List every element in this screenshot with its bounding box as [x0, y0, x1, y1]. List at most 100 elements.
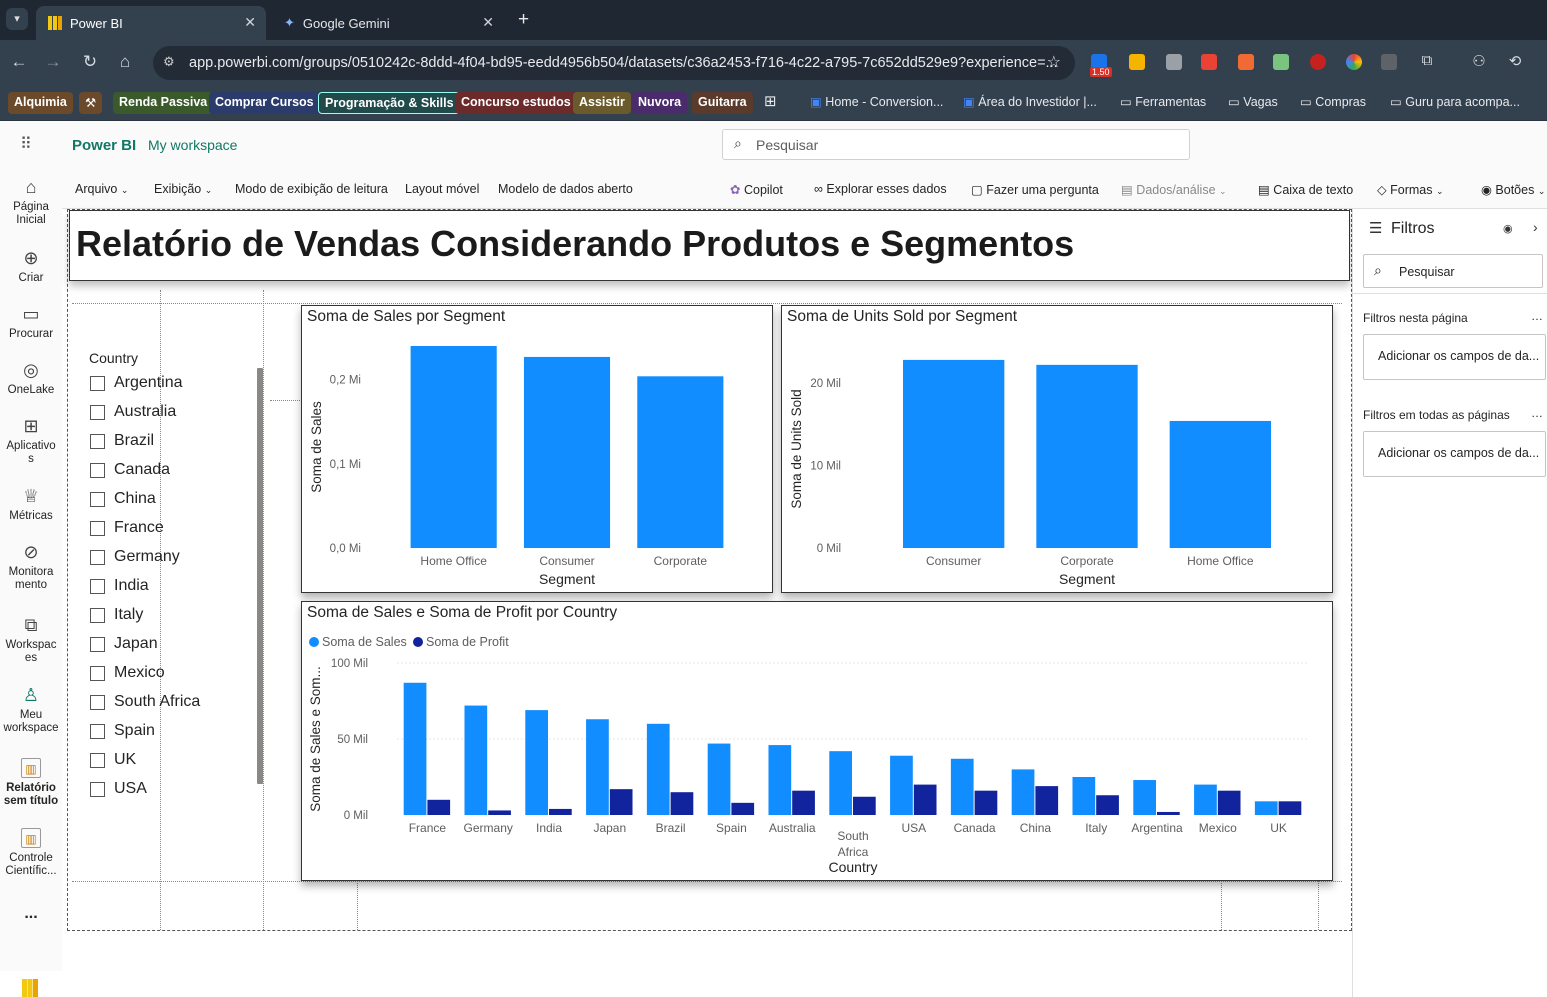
checkbox[interactable]: [90, 752, 105, 768]
slicer-item[interactable]: Italy: [90, 604, 143, 626]
new-tab-icon[interactable]: +: [518, 9, 529, 31]
shapes-button[interactable]: ◇ Formas ⌄: [1377, 182, 1444, 197]
tab-list-dropdown[interactable]: ▾: [6, 8, 28, 30]
eye-icon[interactable]: ◉: [1503, 222, 1513, 235]
slicer-item[interactable]: India: [90, 575, 149, 597]
slicer-item[interactable]: Japan: [90, 633, 158, 655]
camera-extension-icon[interactable]: [1166, 54, 1182, 70]
bookmark-item[interactable]: Alquimia: [8, 92, 73, 114]
menu-arquivo[interactable]: Arquivo ⌄: [75, 182, 128, 196]
close-tab-icon[interactable]: ✕: [482, 14, 494, 31]
app-launcher-icon[interactable]: ⠿: [20, 134, 32, 154]
history-icon[interactable]: ⟲: [1504, 52, 1526, 70]
open-data-model-button[interactable]: Modelo de dados aberto: [498, 182, 633, 196]
brand-label[interactable]: Power BI: [72, 137, 136, 154]
nav-metrics[interactable]: ♕ Métricas: [0, 486, 62, 523]
mobile-layout-button[interactable]: Layout móvel: [405, 182, 479, 196]
explore-data-button[interactable]: ∞ Explorar esses dados: [814, 182, 947, 196]
copilot-button[interactable]: ✿ Copilot: [730, 182, 783, 197]
ublock-extension-icon[interactable]: [1310, 54, 1326, 70]
home-icon[interactable]: ⌂: [114, 52, 136, 72]
add-field-card-page[interactable]: Adicionar os campos de da...: [1363, 334, 1546, 380]
add-field-card-all[interactable]: Adicionar os campos de da...: [1363, 431, 1546, 477]
search-input[interactable]: ⌕ Pesquisar: [722, 129, 1190, 160]
checkbox[interactable]: [90, 723, 105, 739]
checkbox[interactable]: [90, 549, 105, 565]
collapse-pane-icon[interactable]: ›: [1533, 219, 1538, 235]
nav-report-controle[interactable]: ▥ Controle Científic...: [0, 828, 62, 878]
chart-units-by-segment[interactable]: Soma de Units Sold por Segment 0 Mil 10 M…: [781, 305, 1333, 593]
browser-tab-gemini[interactable]: ✦ Google Gemini ✕: [272, 6, 504, 40]
bookmark-item[interactable]: Renda Passiva: [113, 92, 214, 114]
slicer-scrollbar[interactable]: [257, 368, 263, 784]
nav-onelake[interactable]: ◎ OneLake: [0, 360, 62, 397]
bookmark-folder[interactable]: ▭ Vagas: [1228, 94, 1278, 109]
slicer-item[interactable]: Germany: [90, 546, 180, 568]
report-title-box[interactable]: Relatório de Vendas Considerando Produto…: [69, 210, 1350, 281]
site-info-icon[interactable]: ⚙: [163, 54, 175, 70]
ask-question-button[interactable]: ▢ Fazer uma pergunta: [971, 182, 1099, 197]
extension-icon[interactable]: [1129, 54, 1145, 70]
slicer-item[interactable]: China: [90, 488, 156, 510]
slicer-item[interactable]: UK: [90, 749, 136, 771]
checkbox[interactable]: [90, 491, 105, 507]
slicer-item[interactable]: Australia: [90, 401, 176, 423]
checkbox[interactable]: [90, 694, 105, 710]
extensions-puzzle-icon[interactable]: ⧉: [1416, 52, 1438, 69]
buttons-button[interactable]: ◉ Botões ⌄: [1481, 182, 1545, 197]
slicer-item[interactable]: USA: [90, 778, 147, 800]
slicer-item[interactable]: Spain: [90, 720, 155, 742]
bookmark-star-icon[interactable]: ☆: [1047, 52, 1061, 72]
bookmark-item[interactable]: Concurso estudos: [455, 92, 577, 114]
chart-sales-by-segment[interactable]: Soma de Sales por Segment 0,0 Mi 0,1 Mi 0,…: [301, 305, 773, 593]
checkbox[interactable]: [90, 520, 105, 536]
bookmark-folder[interactable]: ▣ Área do Investidor |...: [963, 94, 1097, 109]
nav-my-workspace[interactable]: ♙ Meu workspace: [0, 685, 62, 735]
reading-view-button[interactable]: Modo de exibição de leitura: [235, 182, 388, 196]
nav-create[interactable]: ⊕ Criar: [0, 248, 62, 285]
grammarly-extension-icon[interactable]: [1238, 54, 1254, 70]
nav-workspaces[interactable]: ⧉ Workspac es: [0, 615, 62, 665]
checkbox[interactable]: [90, 433, 105, 449]
bookmark-item[interactable]: Assistir: [573, 92, 631, 114]
forward-icon[interactable]: →: [42, 52, 64, 72]
checkbox[interactable]: [90, 578, 105, 594]
more-options-icon[interactable]: …: [1531, 406, 1543, 420]
code-extension-icon[interactable]: [1381, 54, 1397, 70]
text-box-button[interactable]: ▤ Caixa de texto: [1258, 182, 1353, 197]
bookmark-folder[interactable]: ▣ Home - Conversion...: [810, 94, 943, 109]
bookmark-folder[interactable]: ▭ Compras: [1300, 94, 1366, 109]
checkbox[interactable]: [90, 665, 105, 681]
country-slicer[interactable]: Country Argentina Australia Brazil Canada Ch…: [80, 340, 280, 800]
checkbox[interactable]: [90, 462, 105, 478]
bookmark-folder[interactable]: ▭ Ferramentas: [1120, 94, 1206, 109]
reload-icon[interactable]: ↻: [79, 52, 101, 72]
slicer-item[interactable]: Mexico: [90, 662, 165, 684]
bookmark-item-tools-icon[interactable]: ⚒: [79, 92, 103, 114]
color-extension-icon[interactable]: [1346, 54, 1362, 70]
nav-report-untitled[interactable]: ▥ Relatório sem título: [0, 758, 62, 808]
bookmark-item[interactable]: Comprar Cursos: [209, 92, 320, 114]
extension-icon[interactable]: [1201, 54, 1217, 70]
checkbox[interactable]: [90, 375, 105, 391]
checkbox[interactable]: [90, 404, 105, 420]
bookmark-folder[interactable]: ▭ Guru para acompa...: [1390, 94, 1520, 109]
apps-grid-icon[interactable]: ⊞: [764, 92, 777, 110]
extension-icon[interactable]: [1273, 54, 1289, 70]
browser-tab-powerbi[interactable]: Power BI ✕: [36, 6, 266, 40]
checkbox[interactable]: [90, 636, 105, 652]
slicer-item[interactable]: France: [90, 517, 164, 539]
nav-monitoring[interactable]: ⊘ Monitora mento: [0, 542, 62, 592]
chart-sales-profit-by-country[interactable]: Soma de Sales e Soma de Profit por Count…: [301, 601, 1333, 881]
profile-icon[interactable]: ⚇: [1468, 52, 1490, 70]
data-analysis-button[interactable]: ▤ Dados/análise ⌄: [1121, 182, 1227, 197]
nav-more[interactable]: ...: [0, 906, 62, 922]
bookmark-item[interactable]: Guitarra: [692, 92, 753, 114]
checkbox[interactable]: [90, 607, 105, 623]
close-tab-icon[interactable]: ✕: [244, 14, 256, 31]
nav-browse[interactable]: ▭ Procurar: [0, 304, 62, 341]
nav-home[interactable]: ⌂ Página Inicial: [0, 177, 62, 227]
back-icon[interactable]: ←: [8, 52, 30, 72]
menu-exibicao[interactable]: Exibição ⌄: [154, 182, 212, 196]
slicer-item[interactable]: Brazil: [90, 430, 154, 452]
